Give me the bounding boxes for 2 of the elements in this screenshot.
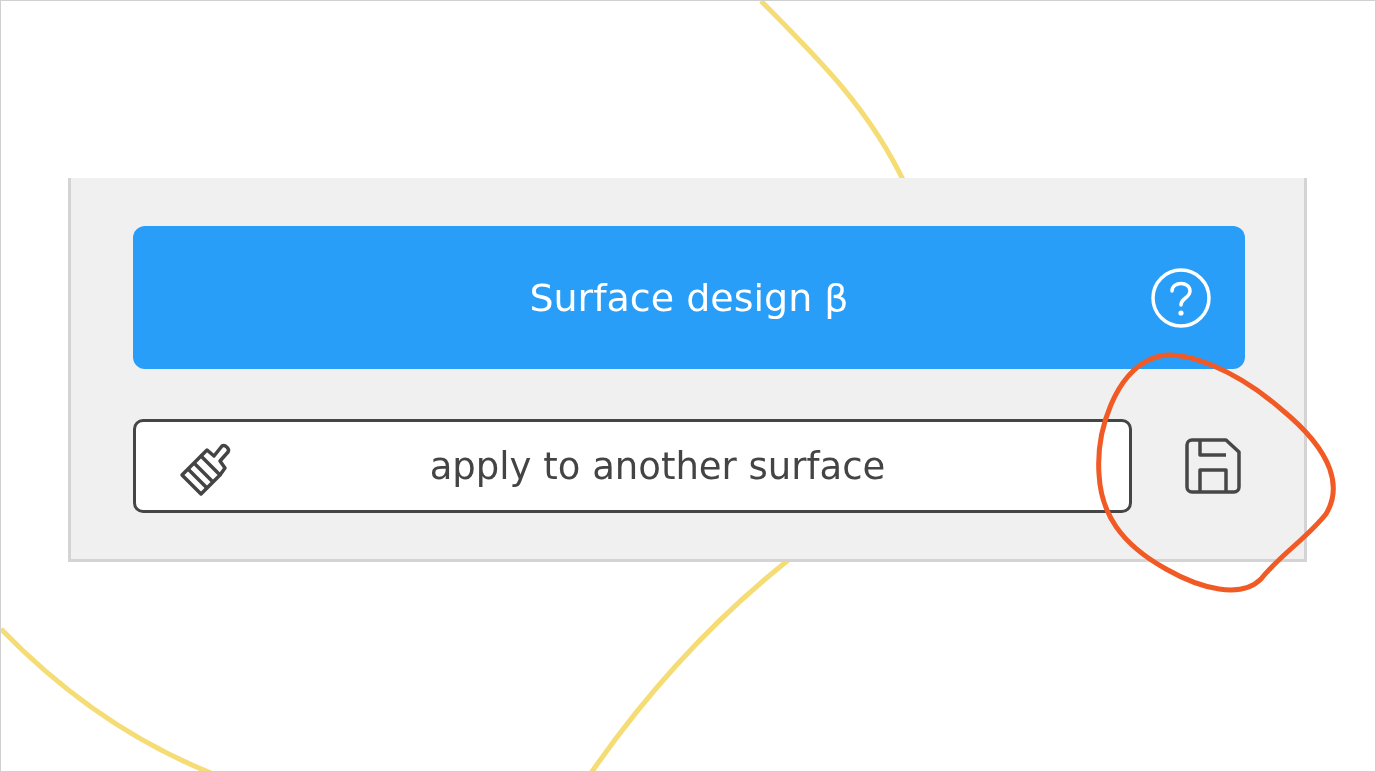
apply-button[interactable]: apply to another surface — [133, 419, 1132, 513]
help-icon[interactable] — [1150, 267, 1212, 329]
